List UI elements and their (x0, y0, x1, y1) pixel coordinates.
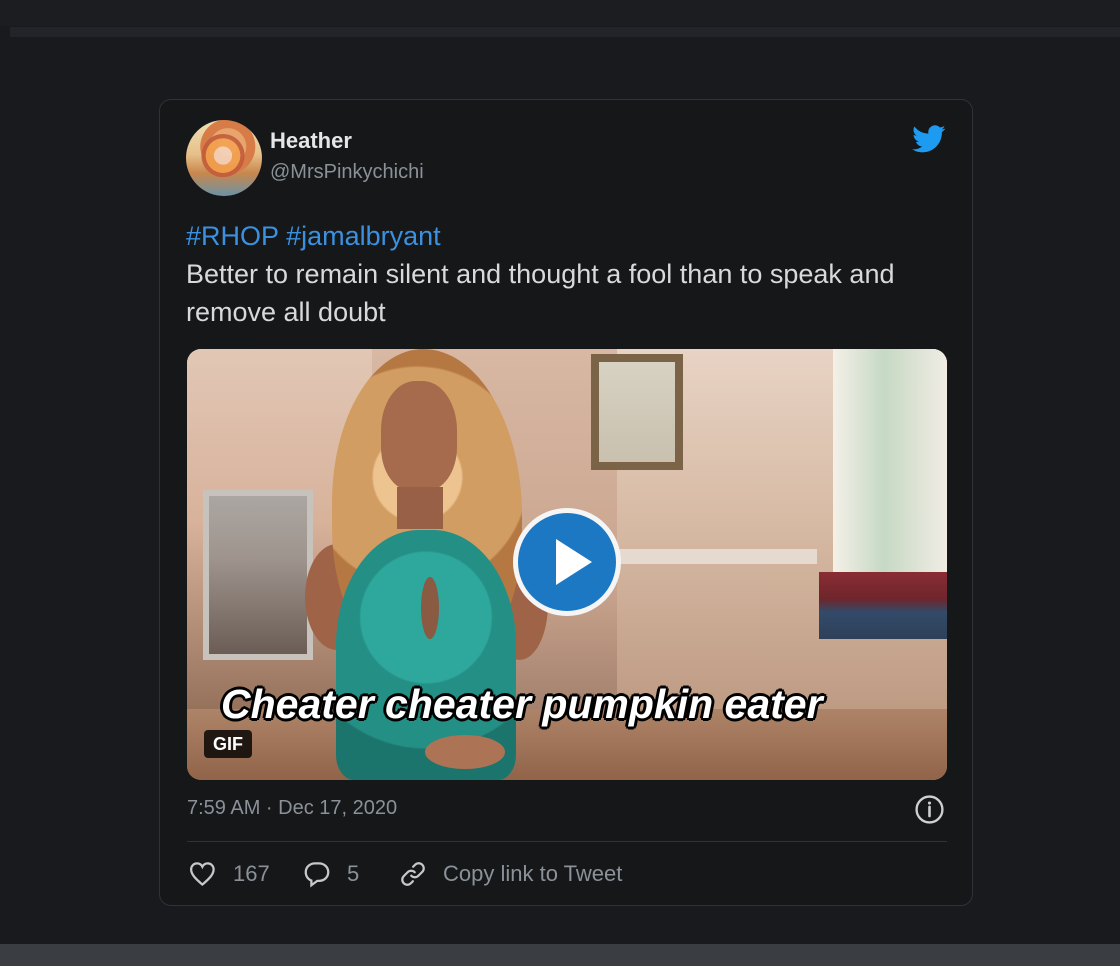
top-divider (10, 27, 1120, 37)
play-icon (556, 539, 592, 585)
tweet-text: Better to remain silent and thought a fo… (186, 259, 895, 327)
window-image (833, 349, 947, 599)
copy-link-button[interactable]: Copy link to Tweet (397, 859, 657, 889)
author-name[interactable]: Heather (270, 128, 352, 154)
gif-caption: Cheater cheater pumpkin eater (221, 681, 823, 727)
avatar-image (199, 134, 247, 182)
top-bar (0, 0, 1120, 26)
play-button[interactable] (513, 508, 621, 616)
link-icon (401, 862, 425, 886)
reply-button[interactable]: 5 (301, 859, 397, 889)
like-button[interactable]: 167 (187, 859, 301, 889)
copy-link-label: Copy link to Tweet (443, 861, 623, 886)
hashtags: #RHOP #jamalbryant (186, 217, 916, 255)
comment-icon (304, 862, 330, 888)
tweet-card: Heather @MrsPinkychichi #RHOP #jamalbrya… (159, 99, 973, 906)
woman-neck (397, 487, 443, 529)
hashtag-rhop[interactable]: #RHOP (186, 221, 279, 251)
shelf-image (607, 549, 817, 564)
picture-frame-image (591, 354, 683, 470)
avatar[interactable] (186, 120, 262, 196)
twitter-bird-icon[interactable] (910, 122, 948, 156)
reply-count: 5 (347, 861, 360, 886)
like-count: 167 (233, 861, 270, 886)
dress-keyhole (421, 577, 439, 639)
hands (425, 735, 505, 769)
gif-badge: GIF (204, 730, 252, 758)
hashtag-jamalbryant[interactable]: #jamalbryant (286, 221, 441, 251)
gif-media[interactable]: Cheater cheater pumpkin eater GIF (187, 349, 947, 780)
tweet-body: #RHOP #jamalbryant Better to remain sile… (186, 217, 916, 331)
action-divider (187, 841, 947, 842)
heart-icon (189, 862, 215, 886)
tweet-actions: 167 5 Copy link to Tweet (187, 857, 657, 891)
info-icon[interactable] (914, 794, 945, 825)
woman-face (381, 381, 457, 491)
sofa-image (819, 572, 947, 639)
tweet-timestamp[interactable]: 7:59 AM · Dec 17, 2020 (187, 797, 397, 820)
fireplace-image (203, 490, 313, 660)
bottom-bar (0, 944, 1120, 966)
author-handle[interactable]: @MrsPinkychichi (270, 161, 424, 184)
